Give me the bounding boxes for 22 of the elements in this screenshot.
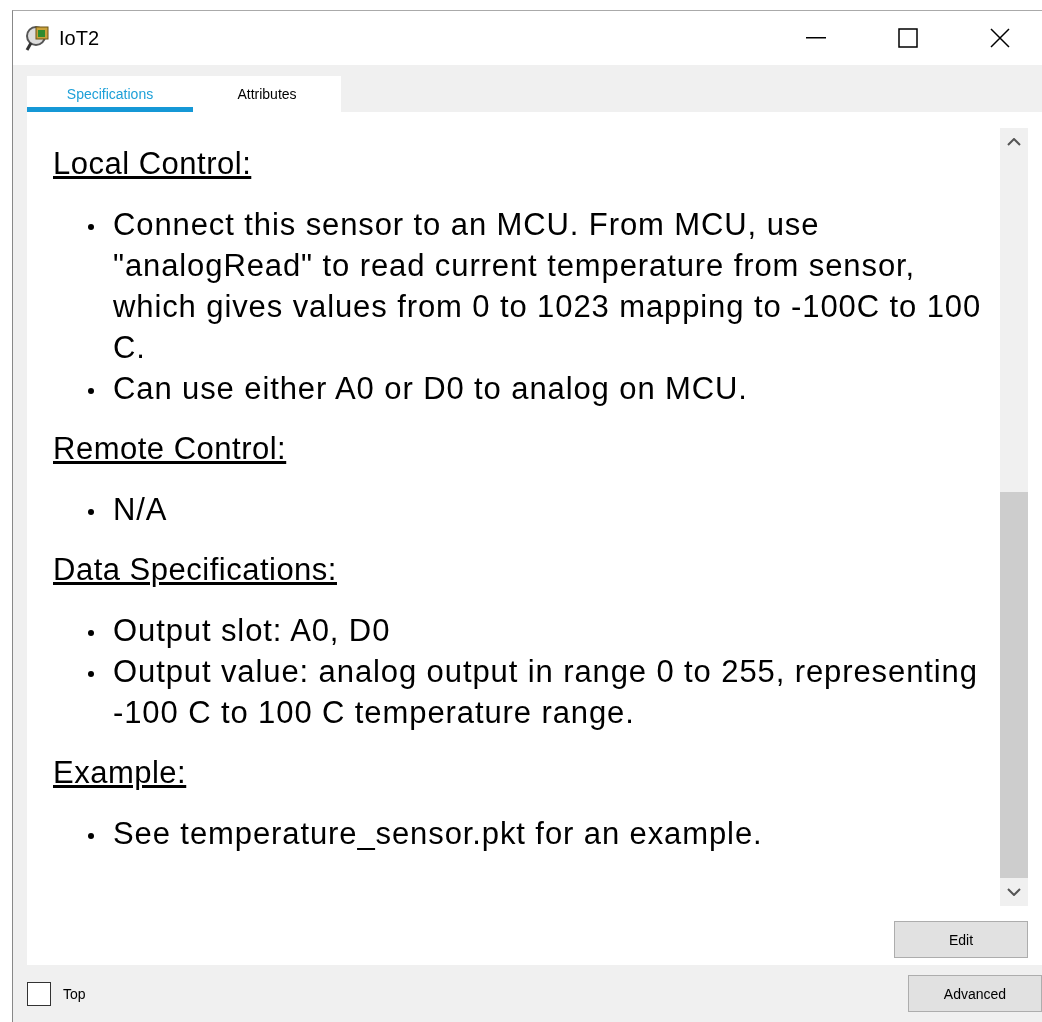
checkbox-label: Top [63, 985, 87, 1002]
bullet-item: See temperature_sensor.pkt for an example. [88, 813, 993, 854]
minimize-icon [806, 37, 826, 39]
section-heading: Example: [53, 755, 188, 791]
edit-button[interactable]: Edit [894, 921, 1028, 958]
top-checkbox[interactable] [27, 981, 51, 1006]
section-heading: Data Specifications: [53, 552, 338, 588]
section-heading: Remote Control: [53, 431, 288, 467]
bullet-item: N/A [88, 489, 993, 530]
window-title: IoT2 [59, 26, 101, 50]
magnifier-icon [25, 24, 51, 52]
bullet-item: Output value: analog output in range 0 to 255, representing -100 C to 100 C temperature range. [88, 651, 993, 733]
bullet-item: Can use either A0 or D0 to analog on MCU. [88, 368, 993, 409]
tab[interactable]: Attributes [193, 76, 341, 112]
advanced-button[interactable]: Advanced [908, 975, 1042, 1012]
maximize-icon [898, 28, 918, 48]
scrollbar[interactable] [1000, 128, 1028, 906]
close-icon [990, 28, 1010, 48]
scroll-thumb[interactable] [1000, 492, 1028, 878]
bullet-item: Connect this sensor to an MCU. From MCU, use "analogRead" to read current temperature from sensor, which gives values from 0 to 1023 mapping to -100C to 100 C. [88, 204, 993, 368]
section-heading: Local Control: [53, 146, 253, 182]
bullet-item: Output slot: A0, D0 [88, 610, 993, 651]
